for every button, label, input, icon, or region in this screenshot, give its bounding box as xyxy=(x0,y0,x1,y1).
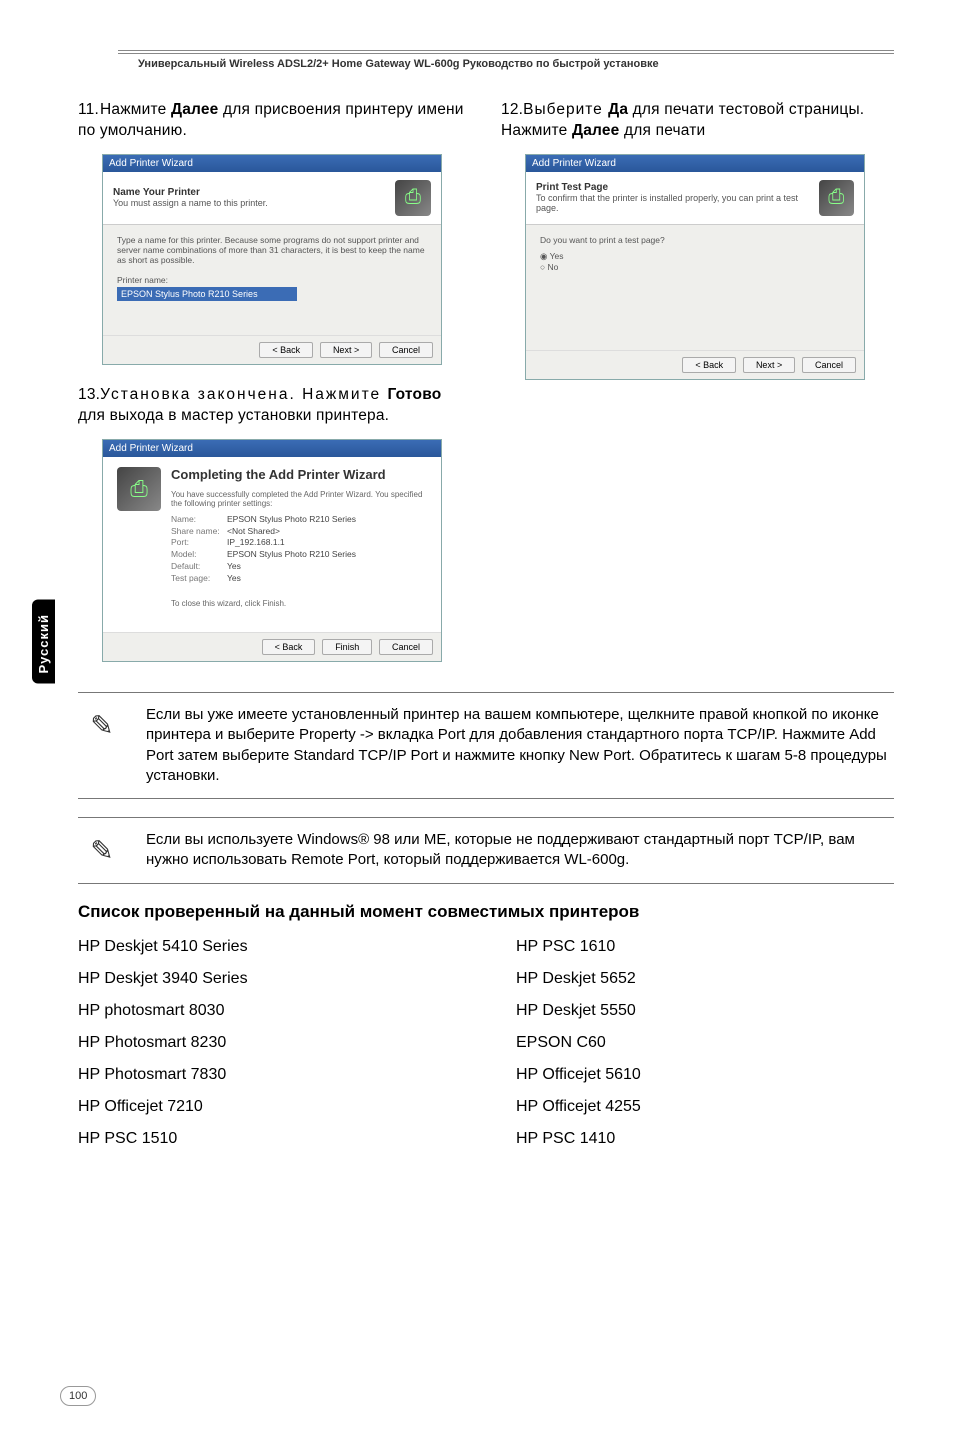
page-number: 100 xyxy=(60,1386,96,1406)
list-item: HP Officejet 7210 xyxy=(78,1098,456,1116)
printer-name-input[interactable]: EPSON Stylus Photo R210 Series xyxy=(117,287,297,301)
wizard-body-text: Type a name for this printer. Because so… xyxy=(117,235,427,265)
list-item: HP Photosmart 8230 xyxy=(78,1034,456,1052)
list-item: HP Deskjet 5550 xyxy=(516,1002,894,1020)
doc-header: Универсальный Wireless ADSL2/2+ Home Gat… xyxy=(138,58,894,70)
step-11-text: 11.Нажмите Далее для присвоения принтеру… xyxy=(78,100,471,142)
complete-sub: You have successfully completed the Add … xyxy=(171,490,427,508)
list-item: HP Deskjet 5410 Series xyxy=(78,938,456,956)
list-item: HP PSC 1410 xyxy=(516,1130,894,1148)
list-item: HP Deskjet 3940 Series xyxy=(78,970,456,988)
note-1-text: Если вы уже имеете установленный принтер… xyxy=(146,705,894,786)
step-13-num: 13. xyxy=(78,385,100,406)
complete-details: Name:EPSON Stylus Photo R210 Series Shar… xyxy=(171,514,427,585)
step-12-text: 12.Выберите Да для печати тестовой стран… xyxy=(501,100,894,142)
wizard-test-page: Add Printer Wizard Print Test Page To co… xyxy=(525,154,865,380)
wizard-title: Add Printer Wizard xyxy=(526,155,864,172)
finish-button[interactable]: Finish xyxy=(322,639,372,655)
wizard-name-printer: Add Printer Wizard Name Your Printer You… xyxy=(102,154,442,365)
wizard-head-title: Print Test Page xyxy=(536,182,819,193)
printer-icon: ⎙ xyxy=(819,180,854,216)
printer-icon: ⎙ xyxy=(395,180,431,216)
side-language-tab: Русский xyxy=(32,600,55,684)
wizard-title: Add Printer Wizard xyxy=(103,155,441,172)
note-1: ✎ Если вы уже имеете установленный принт… xyxy=(78,692,894,799)
list-item: HP Officejet 5610 xyxy=(516,1066,894,1084)
section-title: Список проверенный на данный момент совм… xyxy=(78,902,894,922)
note-2: ✎ Если вы используете Windows® 98 или ME… xyxy=(78,817,894,884)
complete-close-text: To close this wizard, click Finish. xyxy=(171,599,427,608)
list-item: HP Photosmart 7830 xyxy=(78,1066,456,1084)
list-item: HP PSC 1610 xyxy=(516,938,894,956)
cancel-button[interactable]: Cancel xyxy=(379,639,433,655)
wizard-head-sub: You must assign a name to this printer. xyxy=(113,198,268,208)
radio-no[interactable]: No xyxy=(540,262,850,272)
back-button[interactable]: < Back xyxy=(262,639,316,655)
list-item: EPSON C60 xyxy=(516,1034,894,1052)
back-button[interactable]: < Back xyxy=(259,342,313,358)
step-11-num: 11. xyxy=(78,100,100,121)
printer-icon: ⎙ xyxy=(117,467,161,511)
pencil-icon: ✎ xyxy=(78,830,126,867)
test-page-question: Do you want to print a test page? xyxy=(540,235,850,245)
list-item: HP Officejet 4255 xyxy=(516,1098,894,1116)
wizard-head-title: Name Your Printer xyxy=(113,187,268,198)
printer-name-label: Printer name: xyxy=(117,275,427,285)
printer-compat-list: HP Deskjet 5410 Series HP Deskjet 3940 S… xyxy=(78,938,894,1162)
back-button[interactable]: < Back xyxy=(682,357,736,373)
pencil-icon: ✎ xyxy=(78,705,126,742)
complete-title: Completing the Add Printer Wizard xyxy=(171,467,427,482)
cancel-button[interactable]: Cancel xyxy=(802,357,856,373)
cancel-button[interactable]: Cancel xyxy=(379,342,433,358)
list-item: HP photosmart 8030 xyxy=(78,1002,456,1020)
wizard-complete: Add Printer Wizard ⎙ Completing the Add … xyxy=(102,439,442,662)
step-13-text: 13.Установка закончена. Нажмите Готово д… xyxy=(78,385,471,427)
step-12-num: 12. xyxy=(501,100,523,121)
wizard-title: Add Printer Wizard xyxy=(103,440,441,457)
wizard-head-sub: To confirm that the printer is installed… xyxy=(536,193,819,213)
radio-yes[interactable]: Yes xyxy=(540,251,850,262)
next-button[interactable]: Next > xyxy=(743,357,795,373)
list-item: HP Deskjet 5652 xyxy=(516,970,894,988)
next-button[interactable]: Next > xyxy=(320,342,372,358)
header-rule xyxy=(118,50,894,54)
list-item: HP PSC 1510 xyxy=(78,1130,456,1148)
note-2-text: Если вы используете Windows® 98 или ME, … xyxy=(146,830,894,871)
